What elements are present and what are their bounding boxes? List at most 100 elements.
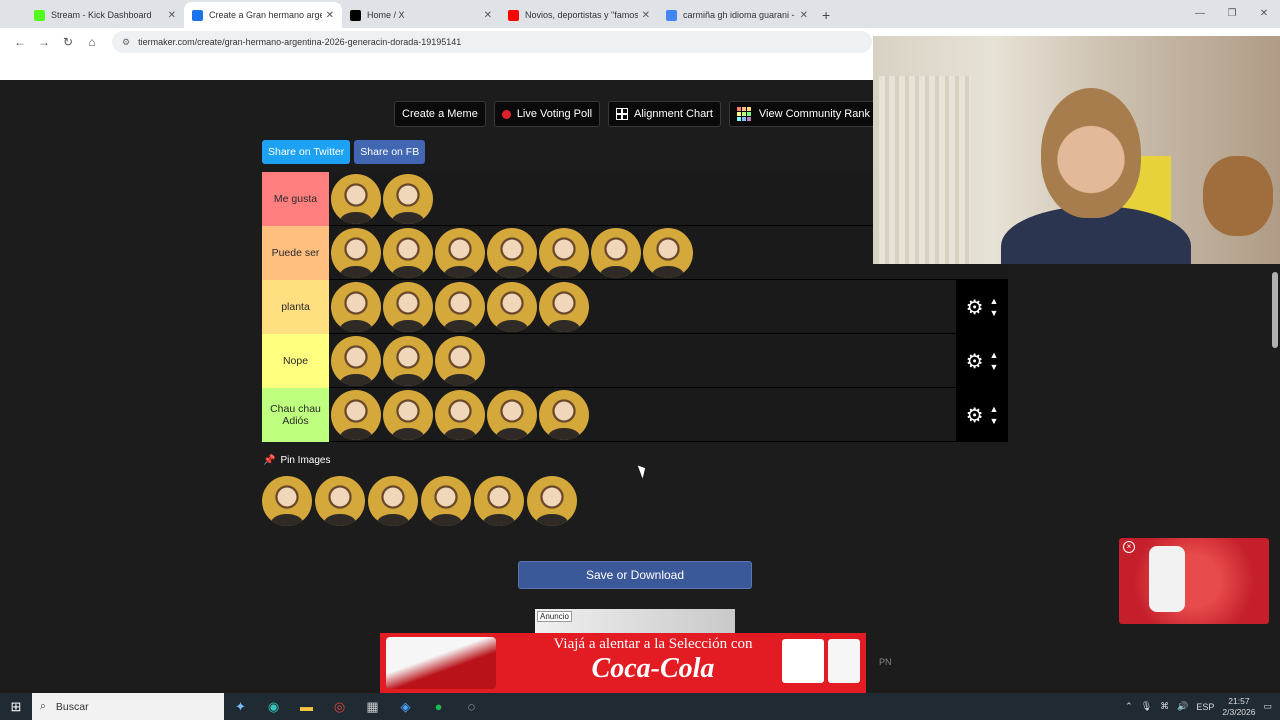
contestant-avatar[interactable] — [331, 173, 381, 224]
coca-cola-ad-banner[interactable]: Viajá a alentar a la Selección con Coca-… — [380, 633, 866, 693]
scrollbar-thumb[interactable] — [1272, 272, 1278, 348]
contestant-avatar[interactable] — [435, 227, 485, 278]
contestant-avatar[interactable] — [383, 173, 433, 224]
create-meme-button[interactable]: Create a Meme — [394, 101, 486, 127]
browser-tab[interactable]: Novios, deportistas y "famosos" ✕ — [500, 2, 658, 28]
spotify-icon[interactable]: ● — [422, 699, 455, 714]
gear-icon[interactable]: ⚙ — [966, 403, 984, 428]
notifications-icon[interactable]: ▭ — [1263, 701, 1272, 712]
move-up-icon[interactable]: ▲ — [990, 403, 999, 415]
move-down-icon[interactable]: ▼ — [990, 361, 999, 373]
move-down-icon[interactable]: ▼ — [990, 415, 999, 427]
gear-icon[interactable]: ⚙ — [966, 349, 984, 374]
move-up-icon[interactable]: ▲ — [990, 295, 999, 307]
close-window-icon[interactable]: ✕ — [1248, 0, 1280, 28]
contestant-avatar[interactable] — [331, 227, 381, 278]
alignment-chart-button[interactable]: Alignment Chart — [608, 101, 721, 127]
tab-close-icon[interactable]: ✕ — [326, 10, 334, 21]
edge-icon[interactable]: ◉ — [257, 699, 290, 715]
minimize-icon[interactable]: — — [1184, 0, 1216, 28]
network-icon[interactable]: ⌘ — [1160, 701, 1169, 712]
tier-label[interactable]: Nope — [262, 334, 329, 388]
tab-title: carmiña gh idioma guarani - Bu — [683, 10, 796, 20]
tier-label[interactable]: planta — [262, 280, 329, 334]
file-explorer-icon[interactable]: ▬ — [290, 699, 323, 714]
tier-label[interactable]: Puede ser — [262, 226, 329, 280]
contestant-avatar[interactable] — [383, 335, 433, 386]
move-down-icon[interactable]: ▼ — [990, 307, 999, 319]
contestant-avatar[interactable] — [331, 335, 381, 386]
unranked-avatar[interactable] — [421, 476, 471, 526]
url-field[interactable]: ⚙ tiermaker.com/create/gran-hermano-arge… — [112, 31, 872, 53]
contestant-avatar[interactable] — [487, 227, 537, 278]
contestant-avatar[interactable] — [487, 281, 537, 332]
taskbar-search-label: Buscar — [55, 700, 89, 713]
browser-tab[interactable]: carmiña gh idioma guarani - Bu ✕ — [658, 2, 816, 28]
close-ad-icon[interactable]: × — [1123, 541, 1135, 553]
tray-chevron-icon[interactable]: ⌃ — [1125, 701, 1133, 712]
contestant-avatar[interactable] — [383, 389, 433, 440]
unranked-avatar[interactable] — [474, 476, 524, 526]
store-icon[interactable]: ◈ — [389, 699, 422, 715]
ad-brand-logo: Coca-Cola — [591, 653, 715, 684]
gear-icon[interactable]: ⚙ — [966, 295, 984, 320]
pin-images-toggle[interactable]: 📌 Pin Images — [263, 455, 330, 466]
tab-title: Novios, deportistas y "famosos" — [525, 10, 638, 20]
volume-icon[interactable]: 🔊 — [1177, 701, 1188, 712]
browser-tab[interactable]: Create a Gran hermano argentin ✕ — [184, 2, 342, 28]
browser-tab[interactable]: Stream - Kick Dashboard ✕ — [26, 2, 184, 28]
reload-icon[interactable]: ↻ — [56, 35, 80, 49]
microphone-icon[interactable]: 🎙 — [1141, 701, 1152, 712]
site-info-icon[interactable]: ⚙ — [122, 37, 130, 48]
unranked-avatar[interactable] — [315, 476, 365, 526]
unranked-avatar[interactable] — [262, 476, 312, 526]
copilot-icon[interactable]: ✦ — [224, 699, 257, 715]
unranked-avatar[interactable] — [527, 476, 577, 526]
home-icon[interactable]: ⌂ — [80, 35, 104, 49]
contestant-avatar[interactable] — [435, 389, 485, 440]
community-rank-button[interactable]: View Community Rank — [728, 101, 878, 127]
obs-icon[interactable]: ◌ — [455, 699, 488, 714]
calculator-icon[interactable]: ▦ — [356, 699, 389, 715]
move-up-icon[interactable]: ▲ — [990, 349, 999, 361]
contestant-avatar[interactable] — [643, 227, 693, 278]
language-indicator[interactable]: ESP — [1196, 702, 1214, 712]
clock[interactable]: 21:57 2/3/2026 — [1222, 696, 1255, 718]
save-download-button[interactable]: Save or Download — [518, 561, 752, 589]
taskbar-search[interactable]: ⌕ Buscar — [32, 693, 224, 720]
contestant-avatar[interactable] — [591, 227, 641, 278]
contestant-avatar[interactable] — [487, 389, 537, 440]
restore-icon[interactable]: ❐ — [1216, 0, 1248, 28]
tab-close-icon[interactable]: ✕ — [168, 10, 176, 21]
start-icon[interactable]: ⊞ — [0, 699, 32, 715]
contestant-avatar[interactable] — [331, 281, 381, 332]
contestant-avatar[interactable] — [383, 281, 433, 332]
page-scrollbar[interactable] — [1270, 264, 1280, 692]
contestant-avatar[interactable] — [435, 281, 485, 332]
system-tray: ⌃ 🎙 ⌘ 🔊 ESP 21:57 2/3/2026 ▭ — [1125, 693, 1280, 720]
share-twitter-button[interactable]: Share on Twitter — [262, 140, 351, 164]
windows-taskbar: ⊞ ⌕ Buscar ✦ ◉ ▬ ◎ ▦ ◈ ● ◌ ⌃ 🎙 ⌘ 🔊 ESP 2… — [0, 693, 1280, 720]
contestant-avatar[interactable] — [539, 389, 589, 440]
browser-tab[interactable]: Home / X ✕ — [342, 2, 500, 28]
tier-label[interactable]: Chau chau Adiós — [262, 388, 329, 442]
chrome-icon[interactable]: ◎ — [323, 699, 356, 715]
forward-icon[interactable]: → — [32, 35, 56, 49]
live-voting-poll-button[interactable]: Live Voting Poll — [493, 101, 601, 127]
contestant-avatar[interactable] — [383, 227, 433, 278]
tab-close-icon[interactable]: ✕ — [642, 10, 650, 21]
tab-close-icon[interactable]: ✕ — [800, 10, 808, 21]
corner-video-ad[interactable]: × — [1119, 538, 1269, 624]
tab-title: Home / X — [367, 10, 405, 20]
share-facebook-button[interactable]: Share on FB — [354, 140, 426, 164]
tab-close-icon[interactable]: ✕ — [484, 10, 492, 21]
new-tab-button[interactable]: + — [822, 2, 830, 28]
back-icon[interactable]: ← — [8, 35, 32, 49]
tier-label[interactable]: Me gusta — [262, 172, 329, 226]
contestant-avatar[interactable] — [539, 227, 589, 278]
unranked-avatar[interactable] — [368, 476, 418, 526]
contestant-avatar[interactable] — [539, 281, 589, 332]
contestant-avatar[interactable] — [435, 335, 485, 386]
contestant-avatar[interactable] — [331, 389, 381, 440]
ad-strip[interactable]: Anuncio — [535, 609, 735, 635]
